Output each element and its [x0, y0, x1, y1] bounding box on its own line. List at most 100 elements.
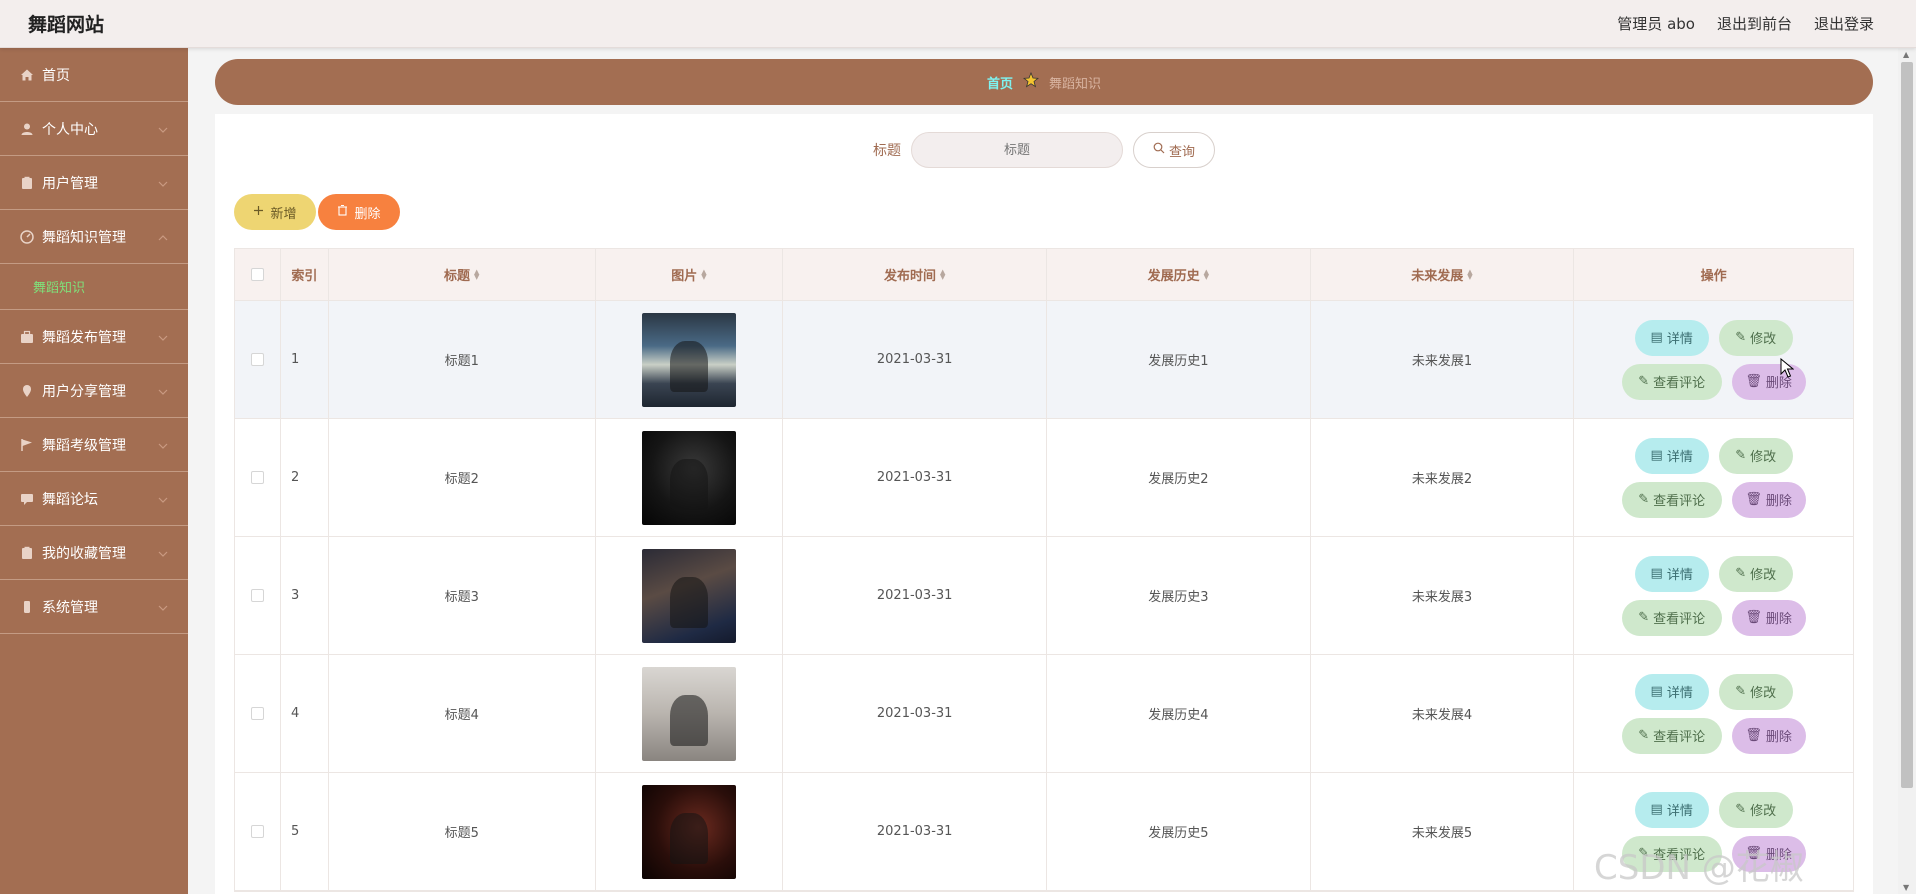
chevron-down-icon — [158, 491, 168, 507]
chevron-down-icon — [158, 329, 168, 345]
row-date: 2021-03-31 — [783, 773, 1047, 890]
row-future: 未来发展1 — [1311, 301, 1575, 418]
sort-icon[interactable]: ▲ ▼ — [940, 268, 945, 280]
sidebar-item-user-share[interactable]: 用户分享管理 — [0, 364, 188, 418]
row-index: 2 — [281, 419, 329, 536]
row-delete-button[interactable]: 🗑 删除 — [1731, 363, 1806, 400]
edit-label: 修改 — [1750, 686, 1777, 701]
row-ops: ▤ 详情 ✎ 修改 ✎ 查看评论 🗑 删除 — [1574, 655, 1853, 772]
chevron-down-icon — [158, 545, 168, 561]
sidebar-item-users[interactable]: 用户管理 — [0, 156, 188, 210]
scroll-up-arrow-icon[interactable]: ▲ — [1903, 50, 1909, 59]
sort-icon[interactable]: ▲ ▼ — [1467, 268, 1472, 280]
row-delete-button[interactable]: 🗑 删除 — [1731, 599, 1806, 636]
detail-label: 详情 — [1666, 332, 1693, 347]
header-future[interactable]: 未来发展 ▲ ▼ — [1311, 249, 1575, 300]
content-panel: 标题 查询 新增 删除 — [215, 114, 1873, 894]
sidebar-item-dance-forum[interactable]: 舞蹈论坛 — [0, 472, 188, 526]
logout-link[interactable]: 退出登录 — [1814, 13, 1874, 34]
detail-button[interactable]: ▤ 详情 — [1634, 319, 1709, 356]
sidebar-item-dance-grading[interactable]: 舞蹈考级管理 — [0, 418, 188, 472]
edit-button[interactable]: ✎ 修改 — [1718, 437, 1793, 474]
edit-button[interactable]: ✎ 修改 — [1718, 791, 1793, 828]
detail-label: 详情 — [1666, 804, 1693, 819]
scrollbar-thumb[interactable] — [1901, 62, 1913, 788]
search-input[interactable] — [911, 132, 1123, 168]
table-row[interactable]: 4 标题4 2021-03-31 发展历史4 未来发展4 ▤ 详情 ✎ 修改 ✎ 查看… — [235, 655, 1853, 773]
site-title: 舞蹈网站 — [28, 14, 105, 36]
row-image[interactable] — [641, 666, 736, 761]
sidebar-item-home[interactable]: 首页 — [0, 48, 188, 102]
header-label: 发布时间 — [883, 269, 936, 284]
table-row[interactable]: 1 标题1 2021-03-31 发展历史1 未来发展1 ▤ 详情 ✎ 修改 ✎ 查看… — [235, 301, 1853, 419]
row-image[interactable] — [641, 784, 736, 879]
chat-icon — [20, 492, 34, 506]
detail-button[interactable]: ▤ 详情 — [1634, 555, 1709, 592]
mouse-cursor-icon — [1780, 357, 1795, 382]
header-label: 未来发展 — [1411, 269, 1464, 284]
search-button[interactable]: 查询 — [1133, 132, 1215, 168]
exit-front-link[interactable]: 退出到前台 — [1717, 13, 1792, 34]
sidebar-item-dance-publish[interactable]: 舞蹈发布管理 — [0, 310, 188, 364]
view-comments-button[interactable]: ✎ 查看评论 — [1621, 599, 1722, 636]
view-comments-button[interactable]: ✎ 查看评论 — [1621, 363, 1722, 400]
header-label: 索引 — [291, 269, 318, 284]
chevron-down-icon — [158, 175, 168, 191]
table-row[interactable]: 2 标题2 2021-03-31 发展历史2 未来发展2 ▤ 详情 ✎ 修改 ✎ 查看… — [235, 419, 1853, 537]
row-checkbox[interactable] — [250, 707, 264, 720]
sidebar-item-personal[interactable]: 个人中心 — [0, 102, 188, 156]
edit-button[interactable]: ✎ 修改 — [1718, 555, 1793, 592]
row-image[interactable] — [641, 548, 736, 643]
chevron-down-icon — [158, 437, 168, 453]
sidebar-item-favorites[interactable]: 我的收藏管理 — [0, 526, 188, 580]
table-row[interactable]: 3 标题3 2021-03-31 发展历史3 未来发展3 ▤ 详情 ✎ 修改 ✎ 查看… — [235, 537, 1853, 655]
breadcrumb-current: 舞蹈知识 — [1049, 76, 1102, 92]
sort-icon[interactable]: ▲ ▼ — [474, 268, 479, 280]
sort-icon[interactable]: ▲ ▼ — [1204, 268, 1209, 280]
sidebar-subitem-dance-knowledge[interactable]: 舞蹈知识 — [0, 264, 188, 310]
page-scrollbar[interactable]: ▲ ▼ — [1898, 48, 1916, 894]
breadcrumb-home[interactable]: 首页 — [987, 73, 1013, 92]
edit-button[interactable]: ✎ 修改 — [1718, 319, 1793, 356]
sidebar-item-system[interactable]: 系统管理 — [0, 580, 188, 634]
row-image-cell — [596, 419, 784, 536]
header-image[interactable]: 图片 ▲ ▼ — [596, 249, 784, 300]
batch-delete-button[interactable]: 删除 — [318, 194, 400, 230]
edit-label: 修改 — [1750, 568, 1777, 583]
sort-icon[interactable]: ▲ ▼ — [701, 268, 706, 280]
header-index: 索引 — [281, 249, 329, 300]
view-comments-button[interactable]: ✎ 查看评论 — [1621, 481, 1722, 518]
row-checkbox-cell — [235, 537, 281, 654]
row-image[interactable] — [641, 312, 736, 407]
row-delete-button[interactable]: 🗑 删除 — [1731, 717, 1806, 754]
row-checkbox[interactable] — [250, 471, 264, 484]
chevron-down-icon — [158, 383, 168, 399]
admin-label: 管理员 abo — [1617, 15, 1695, 33]
row-checkbox[interactable] — [250, 825, 264, 838]
row-image[interactable] — [641, 430, 736, 525]
search-row: 标题 查询 — [215, 132, 1873, 168]
flag-icon — [20, 438, 34, 452]
detail-button[interactable]: ▤ 详情 — [1634, 791, 1709, 828]
pencil-icon: ✎ — [1735, 566, 1747, 581]
row-checkbox[interactable] — [250, 589, 264, 602]
row-checkbox[interactable] — [250, 353, 264, 366]
header-history[interactable]: 发展历史 ▲ ▼ — [1047, 249, 1311, 300]
sidebar-item-dance-knowledge[interactable]: 舞蹈知识管理 — [0, 210, 188, 264]
pencil-icon: ✎ — [1638, 492, 1650, 507]
edit-button[interactable]: ✎ 修改 — [1718, 673, 1793, 710]
header-title[interactable]: 标题 ▲ ▼ — [329, 249, 596, 300]
pencil-icon: ✎ — [1735, 330, 1747, 345]
detail-label: 详情 — [1666, 450, 1693, 465]
detail-button[interactable]: ▤ 详情 — [1634, 673, 1709, 710]
user-icon — [20, 122, 34, 136]
header-date[interactable]: 发布时间 ▲ ▼ — [783, 249, 1047, 300]
header-label: 操作 — [1700, 269, 1727, 284]
add-button[interactable]: 新增 — [234, 194, 316, 230]
sidebar-item-label: 我的收藏管理 — [42, 545, 126, 562]
row-title: 标题5 — [329, 773, 596, 890]
row-delete-button[interactable]: 🗑 删除 — [1731, 481, 1806, 518]
detail-button[interactable]: ▤ 详情 — [1634, 437, 1709, 474]
select-all-checkbox[interactable] — [250, 268, 264, 281]
view-comments-button[interactable]: ✎ 查看评论 — [1621, 717, 1722, 754]
